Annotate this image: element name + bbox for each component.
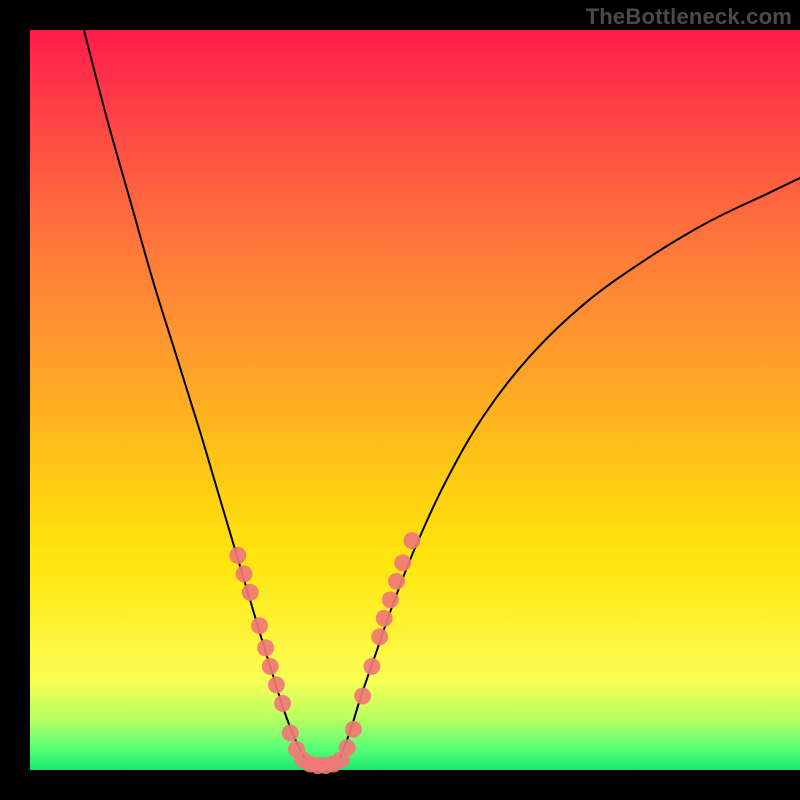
marker-dot [394, 554, 411, 571]
marker-dot [274, 695, 291, 712]
series-left-curve [84, 30, 307, 763]
marker-dot [282, 725, 299, 742]
marker-dot [376, 610, 393, 627]
chart-frame: TheBottleneck.com [0, 0, 800, 800]
marker-dot [257, 639, 274, 656]
marker-dot [345, 721, 362, 738]
series-right-curve [338, 178, 800, 763]
curve-lines [84, 30, 800, 766]
marker-dot [268, 676, 285, 693]
marker-dot [403, 532, 420, 549]
marker-dot [371, 628, 388, 645]
chart-plot-area [30, 30, 800, 770]
marker-dot [382, 591, 399, 608]
marker-dot [339, 739, 356, 756]
highlight-dots [229, 532, 420, 774]
marker-dot [388, 573, 405, 590]
marker-dot [363, 658, 380, 675]
marker-dot [229, 547, 246, 564]
marker-dot [242, 584, 259, 601]
chart-svg [30, 30, 800, 770]
marker-dot [236, 565, 253, 582]
watermark-text: TheBottleneck.com [586, 4, 792, 30]
marker-dot [354, 688, 371, 705]
marker-dot [251, 617, 268, 634]
marker-dot [262, 658, 279, 675]
